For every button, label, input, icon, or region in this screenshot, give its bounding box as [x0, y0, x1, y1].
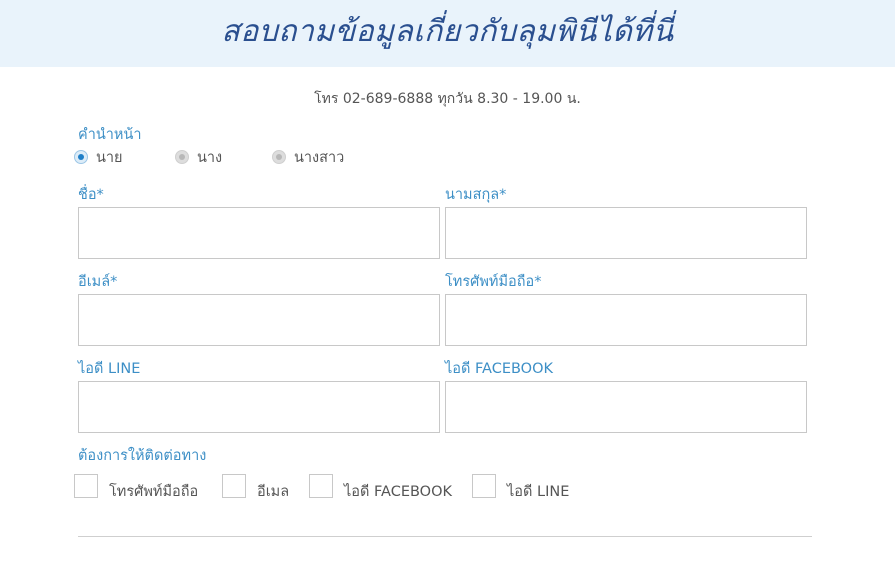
form-divider: [78, 536, 812, 537]
radio-mr-label: นาย: [96, 149, 123, 166]
radio-unselected-icon[interactable]: [272, 150, 286, 164]
radio-mr[interactable]: นาย: [74, 148, 123, 166]
radio-mrs-label: นาง: [197, 149, 223, 166]
contact-email-checkbox[interactable]: [222, 474, 246, 498]
radio-selected-icon[interactable]: [74, 150, 88, 164]
first-name-field[interactable]: [78, 207, 440, 259]
contact-mobile-checkbox[interactable]: [74, 474, 98, 498]
mobile-label: โทรศัพท์มือถือ*: [445, 274, 542, 290]
title-prefix-label: คำนำหน้า: [78, 127, 142, 143]
line-id-label: ไอดี LINE: [78, 361, 141, 377]
email-label: อีเมล์*: [78, 274, 118, 290]
first-name-label: ชื่อ*: [78, 187, 104, 203]
mobile-field[interactable]: [445, 294, 807, 346]
radio-unselected-icon[interactable]: [175, 150, 189, 164]
radio-miss-label: นางสาว: [294, 149, 345, 166]
contact-mobile-label: โทรศัพท์มือถือ: [109, 484, 199, 500]
email-field[interactable]: [78, 294, 440, 346]
contact-email-label: อีเมล: [257, 484, 290, 500]
page-banner: สอบถามข้อมูลเกี่ยวกับลุมพินีได้ที่นี่: [0, 0, 895, 67]
line-id-field[interactable]: [78, 381, 440, 433]
contact-facebook-checkbox[interactable]: [309, 474, 333, 498]
last-name-label: นามสกุล*: [445, 187, 507, 203]
contact-line-checkbox[interactable]: [472, 474, 496, 498]
contact-via-label: ต้องการให้ติดต่อทาง: [78, 448, 207, 464]
last-name-field[interactable]: [445, 207, 807, 259]
contact-line-label: ไอดี LINE: [507, 484, 570, 500]
facebook-id-field[interactable]: [445, 381, 807, 433]
contact-phone-line: โทร 02-689-6888 ทุกวัน 8.30 - 19.00 น.: [314, 91, 581, 107]
banner-title: สอบถามข้อมูลเกี่ยวกับลุมพินีได้ที่นี่: [221, 14, 674, 49]
facebook-id-label: ไอดี FACEBOOK: [445, 361, 554, 377]
contact-facebook-label: ไอดี FACEBOOK: [344, 484, 453, 500]
radio-miss[interactable]: นางสาว: [272, 148, 344, 166]
radio-mrs[interactable]: นาง: [175, 148, 222, 166]
